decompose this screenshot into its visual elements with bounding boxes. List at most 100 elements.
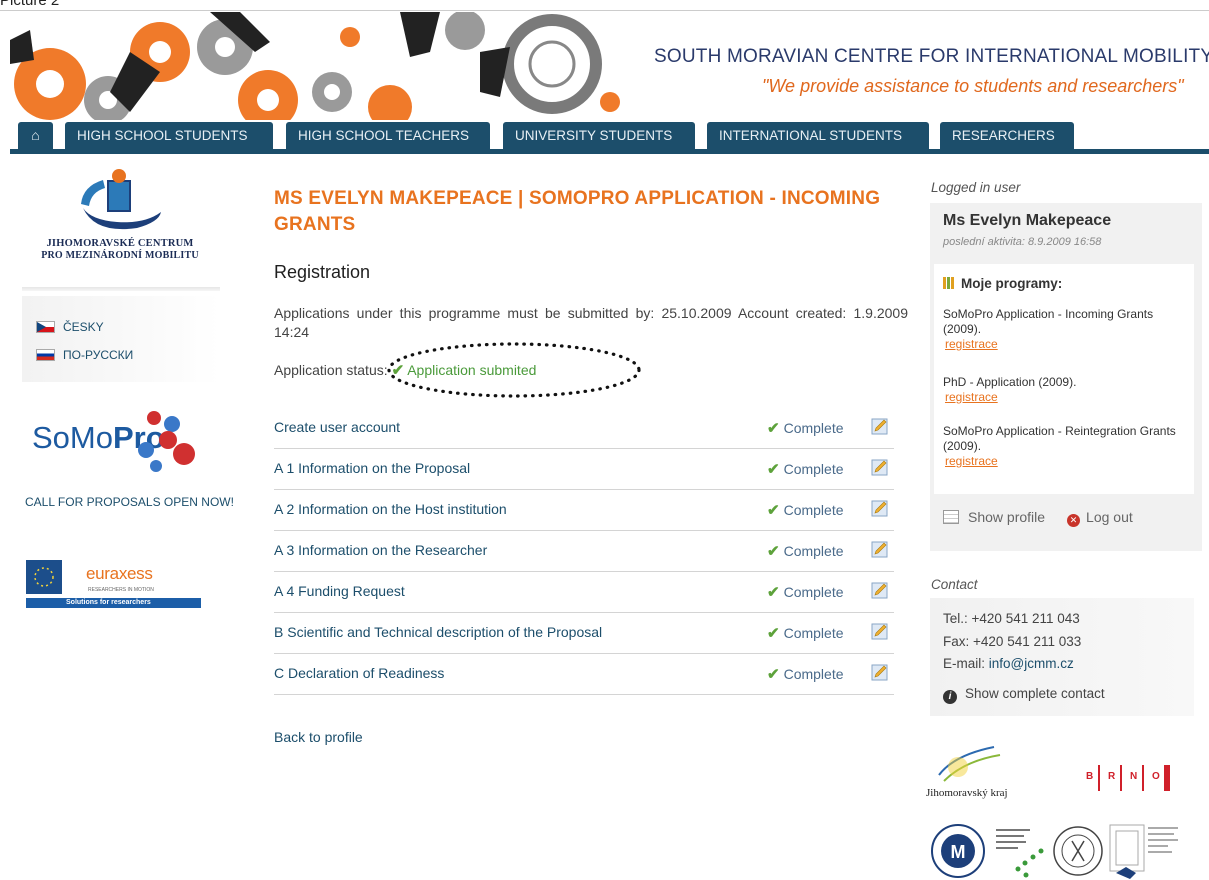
main-navigation: ⌂ HIGH SCHOOL STUDENTS HIGH SCHOOL TEACH… <box>10 122 1209 154</box>
language-czech[interactable]: ČESKY <box>36 320 104 334</box>
euraxess-logo[interactable]: euraxess RESEARCHERS IN MOTION Solutions… <box>26 560 201 608</box>
show-profile-label: Show profile <box>968 509 1046 525</box>
brno-divider <box>1142 765 1144 791</box>
log-out-link[interactable]: ✕ Log out <box>1045 509 1133 527</box>
email-label: E-mail: <box>943 656 986 671</box>
step-link[interactable]: A 3 Information on the Researcher <box>274 542 487 558</box>
tel-label: Tel.: <box>943 611 968 626</box>
somopro-molecules-icon <box>138 411 195 472</box>
tab-high-school-students[interactable]: HIGH SCHOOL STUDENTS <box>65 122 273 149</box>
back-to-profile-link[interactable]: Back to profile <box>274 729 363 745</box>
step-status-label: Complete <box>783 420 844 436</box>
submission-info: Applications under this programme must b… <box>274 305 908 340</box>
brno-bar <box>1164 765 1170 791</box>
log-out-label: Log out <box>1086 509 1133 525</box>
tab-university-students[interactable]: UNIVERSITY STUDENTS <box>503 122 695 149</box>
dotted-ellipse-annotation <box>387 342 641 398</box>
step-link[interactable]: A 1 Information on the Proposal <box>274 460 470 476</box>
user-panel: Ms Evelyn Makepeace poslední aktivita: 8… <box>930 203 1202 551</box>
edit-icon[interactable] <box>871 458 889 476</box>
profile-actions: Show profile ✕ Log out <box>943 509 1133 527</box>
home-icon: ⌂ <box>31 127 40 143</box>
edit-icon[interactable] <box>871 540 889 558</box>
program-registration-link[interactable]: registrace <box>945 390 998 405</box>
edit-icon[interactable] <box>871 499 889 517</box>
fax-value: +420 541 211 033 <box>973 634 1082 649</box>
check-icon: ✔ <box>767 461 780 478</box>
edit-icon[interactable] <box>871 581 889 599</box>
program-item: SoMoPro Application - Incoming Grants (2… <box>943 307 1183 352</box>
check-icon: ✔ <box>767 625 780 642</box>
program-name: SoMoPro Application - Reintegration Gran… <box>943 424 1176 453</box>
step-status: ✔ Complete <box>767 665 844 683</box>
jihomoravsky-kraj-logo[interactable]: Jihomoravský kraj <box>926 745 1036 805</box>
euraxess-text: euraxess <box>86 564 153 583</box>
university-logos-icon[interactable]: M <box>930 823 1200 880</box>
logo-line-1: JIHOMORAVSKÉ CENTRUM <box>46 238 194 249</box>
email-link[interactable]: info@jcmm.cz <box>989 656 1074 671</box>
contact-email: E-mail: info@jcmm.cz <box>943 656 1074 671</box>
brno-divider <box>1120 765 1122 791</box>
call-for-proposals-link[interactable]: CALL FOR PROPOSALS OPEN NOW! <box>25 495 234 509</box>
check-icon: ✔ <box>767 543 780 560</box>
show-complete-contact-link[interactable]: i Show complete contact <box>943 686 1105 704</box>
program-item: SoMoPro Application - Reintegration Gran… <box>943 424 1183 469</box>
section-title: Registration <box>274 262 371 282</box>
site-header: SOUTH MORAVIAN CENTRE FOR INTERNATIONAL … <box>10 12 1209 154</box>
language-russian[interactable]: ПО-РУССКИ <box>36 348 133 362</box>
language-label: ČESKY <box>63 320 104 334</box>
step-row: A 1 Information on the Proposal ✔ Complet… <box>274 449 894 490</box>
my-programs-panel: Moje programy: SoMoPro Application - Inc… <box>934 264 1194 494</box>
jcmm-logo[interactable]: JIHOMORAVSKÉ CENTRUM PRO MEZINÁRODNÍ MOB… <box>22 168 218 262</box>
program-name: SoMoPro Application - Incoming Grants (2… <box>943 307 1154 336</box>
step-status-label: Complete <box>783 461 844 477</box>
step-status: ✔ Complete <box>767 460 844 478</box>
somopro-text-a: SoMo <box>32 420 113 455</box>
step-status-label: Complete <box>783 584 844 600</box>
home-button[interactable]: ⌂ <box>18 122 53 149</box>
brno-letter: O <box>1152 771 1160 782</box>
tab-label: HIGH SCHOOL STUDENTS <box>77 128 248 143</box>
header-gears-artwork <box>10 12 650 120</box>
tab-label: HIGH SCHOOL TEACHERS <box>298 128 470 143</box>
site-title: SOUTH MORAVIAN CENTRE FOR INTERNATIONAL … <box>654 46 1209 67</box>
partner-logos: Jihomoravský kraj B R N O M <box>926 745 1206 880</box>
status-label: Application status: <box>274 362 388 378</box>
jcmm-logo-text: JIHOMORAVSKÉ CENTRUM PRO MEZINÁRODNÍ MOB… <box>22 238 218 262</box>
tab-international-students[interactable]: INTERNATIONAL STUDENTS <box>707 122 929 149</box>
contact-label: Contact <box>931 577 978 592</box>
russian-flag-icon <box>36 349 55 361</box>
user-name: Ms Evelyn Makepeace <box>943 212 1112 229</box>
euraxess-subtitle: RESEARCHERS IN MOTION <box>88 587 154 593</box>
tab-label: UNIVERSITY STUDENTS <box>515 128 673 143</box>
programs-title: Moje programy: <box>961 276 1063 291</box>
registration-steps: Create user account ✔ Complete A 1 Inform… <box>274 408 894 695</box>
site-slogan: "We provide assistance to students and r… <box>762 76 1184 96</box>
step-link[interactable]: A 2 Information on the Host institution <box>274 501 507 517</box>
step-link[interactable]: A 4 Funding Request <box>274 583 405 599</box>
contact-tel: Tel.: +420 541 211 043 <box>943 611 1080 626</box>
step-link[interactable]: B Scientific and Technical description o… <box>274 624 602 640</box>
left-divider <box>22 287 220 291</box>
show-profile-link[interactable]: Show profile <box>943 509 1045 525</box>
program-registration-link[interactable]: registrace <box>945 337 998 352</box>
top-divider <box>0 10 1209 11</box>
edit-icon[interactable] <box>871 417 889 435</box>
tab-label: RESEARCHERS <box>952 128 1055 143</box>
info-icon: i <box>943 690 957 704</box>
tab-high-school-teachers[interactable]: HIGH SCHOOL TEACHERS <box>286 122 490 149</box>
close-icon: ✕ <box>1067 514 1081 527</box>
edit-icon[interactable] <box>871 663 889 681</box>
language-switcher: ČESKY ПО-РУССКИ <box>22 296 220 382</box>
edit-icon[interactable] <box>871 622 889 640</box>
language-label: ПО-РУССКИ <box>63 348 134 362</box>
tab-researchers[interactable]: RESEARCHERS <box>940 122 1074 149</box>
step-link[interactable]: Create user account <box>274 419 400 435</box>
check-icon: ✔ <box>767 666 780 683</box>
step-status-label: Complete <box>783 666 844 682</box>
step-status: ✔ Complete <box>767 624 844 642</box>
step-link[interactable]: C Declaration of Readiness <box>274 665 444 681</box>
program-registration-link[interactable]: registrace <box>945 454 998 469</box>
logged-in-label: Logged in user <box>931 180 1021 195</box>
somopro-logo[interactable]: SoMoPro <box>32 410 212 480</box>
